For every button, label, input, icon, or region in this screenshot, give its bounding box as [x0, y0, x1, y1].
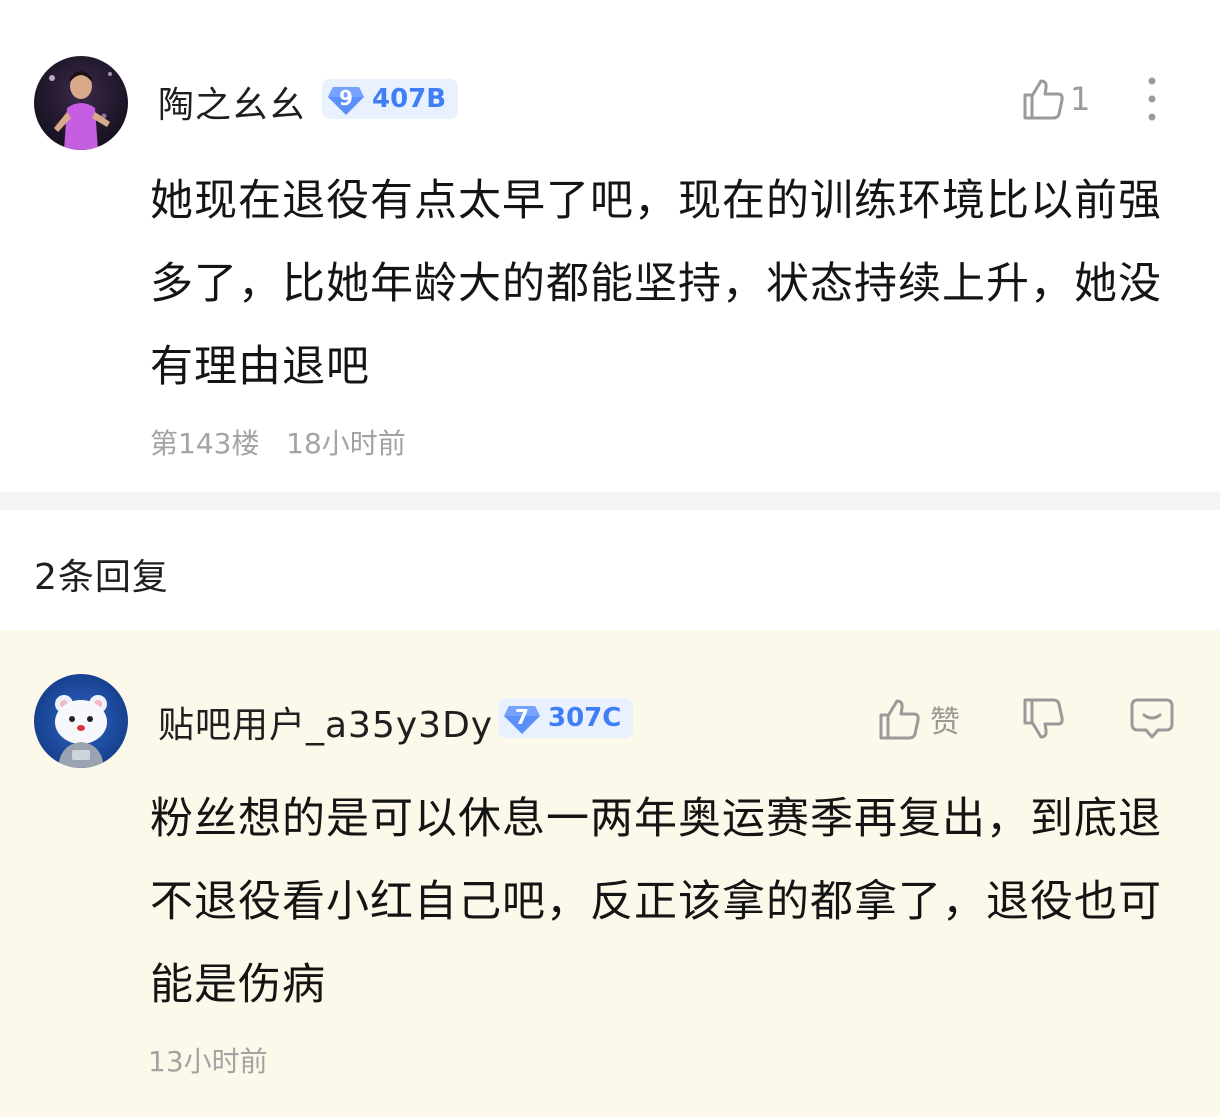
replies-count-header: 2条回复 [34, 557, 169, 598]
level-badge: 9 407B [322, 79, 459, 119]
more-options-button[interactable] [1140, 76, 1164, 122]
reply-user-avatar[interactable] [34, 674, 128, 768]
reply-level-number: 7 [515, 705, 529, 729]
post-meta: 第143楼 18小时前 [150, 422, 406, 462]
main-post: 陶之幺幺 9 407B 1 她现在退役有点太早了吧，现在的训练环境比以前强多了，… [0, 0, 1220, 492]
thumbs-up-icon [1023, 79, 1064, 120]
more-vertical-icon [1148, 77, 1156, 121]
level-tier: 407B [372, 84, 447, 114]
reply-time: 13小时前 [148, 1045, 268, 1078]
post-content: 她现在退役有点太早了吧，现在的训练环境比以前强多了，比她年龄大的都能坚持，状态持… [150, 176, 1162, 392]
like-button[interactable]: 1 [1020, 76, 1090, 122]
reply-comment-button[interactable] [1128, 696, 1176, 742]
reply-item: 贴吧用户_a35y3Dy 7 307C 赞 粉丝想的是可以休息一两年奥运赛季再复… [0, 630, 1220, 1117]
reply-content: 粉丝想的是可以休息一两年奥运赛季再复出，到底退不退役看小红自己吧，反正该拿的都拿… [150, 794, 1162, 1010]
thread-detail-page: 陶之幺幺 9 407B 1 她现在退役有点太早了吧，现在的训练环境比以前强多了，… [0, 0, 1220, 1117]
user-avatar[interactable] [34, 56, 128, 150]
thumbs-down-icon [1023, 698, 1064, 739]
reply-username[interactable]: 贴吧用户_a35y3Dy [158, 696, 493, 748]
reply-like-button[interactable]: 赞 [876, 696, 960, 742]
reply-dislike-button[interactable] [1020, 696, 1066, 742]
level-number: 9 [339, 86, 353, 110]
like-label: 赞 [930, 705, 960, 740]
section-divider [0, 492, 1220, 510]
reply-level-tier: 307C [548, 703, 622, 733]
comment-icon [1130, 698, 1174, 739]
like-count: 1 [1070, 80, 1091, 118]
post-time: 18小时前 [286, 427, 406, 460]
username[interactable]: 陶之幺幺 [158, 76, 306, 128]
thumbs-up-icon [879, 699, 920, 740]
floor-number: 第143楼 [150, 427, 260, 460]
reply-level-badge: 7 307C [498, 698, 634, 738]
